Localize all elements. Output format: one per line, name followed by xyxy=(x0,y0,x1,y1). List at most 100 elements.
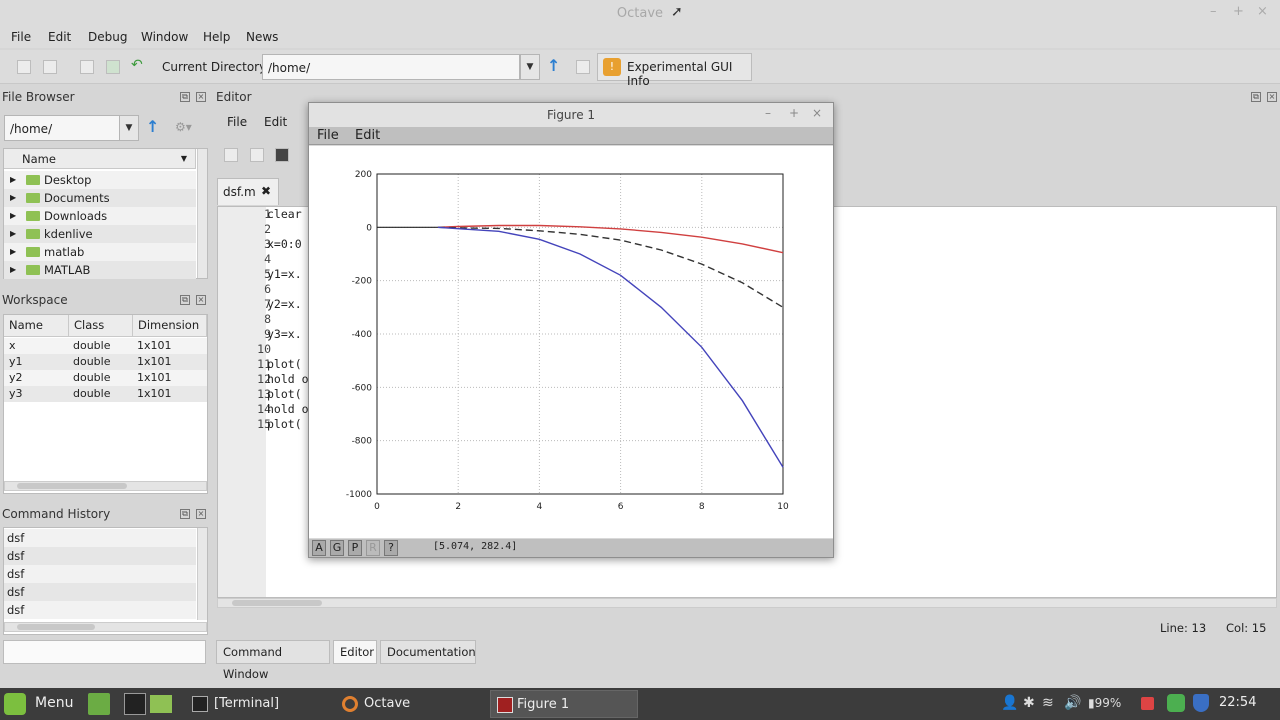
menu-file[interactable]: File xyxy=(11,30,31,44)
menu-window[interactable]: Window xyxy=(141,30,188,44)
bluetooth-icon[interactable]: ✱ xyxy=(1023,695,1035,711)
undock-icon[interactable]: ⧉ xyxy=(180,509,190,519)
pan-button[interactable]: P xyxy=(348,540,362,556)
clock: 22:54 xyxy=(1219,695,1257,710)
menu-edit[interactable]: Edit xyxy=(48,30,71,44)
task-terminal[interactable]: [Terminal] xyxy=(188,690,328,718)
table-row[interactable]: x double 1x101 xyxy=(4,338,207,354)
menubar: File Edit Debug Window Help News xyxy=(0,26,1280,48)
tab-editor[interactable]: Editor xyxy=(333,640,377,664)
plot-canvas[interactable]: 0 2 4 6 8 10 200 0 -200 -400 -600 -800 -1000 xyxy=(309,146,833,538)
record-icon[interactable] xyxy=(1141,697,1154,710)
undock-icon[interactable]: ⧉ xyxy=(180,92,190,102)
battery-indicator[interactable]: ▮99% xyxy=(1088,696,1121,710)
task-figure[interactable]: Figure 1 xyxy=(490,690,638,718)
grid-button[interactable]: G xyxy=(330,540,344,556)
figure-menu-file[interactable]: File xyxy=(317,128,339,143)
help-button[interactable]: ? xyxy=(384,540,398,556)
gui-info-button[interactable]: ! Experimental GUI Info xyxy=(597,53,752,88)
current-dir-input[interactable]: /home/ xyxy=(262,54,520,80)
workspace-header-dimension[interactable]: Dimension xyxy=(133,315,207,337)
file-browser-title: File Browser xyxy=(2,90,75,104)
start-menu-button[interactable]: Menu xyxy=(35,695,73,711)
list-item[interactable]: ▶ Downloads xyxy=(4,207,196,225)
maximize-icon[interactable]: + xyxy=(1233,4,1244,19)
editor-tab-dsf[interactable]: dsf.m ✖ xyxy=(217,178,279,205)
list-item[interactable]: ▶ Documents xyxy=(4,189,196,207)
editor-new-icon[interactable] xyxy=(224,148,238,162)
figure-minimize-icon[interactable]: – xyxy=(765,106,771,120)
show-desktop-icon[interactable] xyxy=(88,693,110,715)
editor-menu-edit[interactable]: Edit xyxy=(264,115,287,129)
y-tick-label: -1000 xyxy=(346,490,372,500)
close-tab-icon[interactable]: ✖ xyxy=(261,184,271,198)
wifi-icon[interactable]: ≋ xyxy=(1042,695,1054,711)
list-item[interactable]: dsf xyxy=(4,583,196,601)
list-item[interactable]: ▶ matlab xyxy=(4,243,196,261)
history-vscrollbar[interactable] xyxy=(197,528,207,620)
browse-dir-icon[interactable] xyxy=(576,60,590,74)
x-tick-label: 0 xyxy=(374,502,380,512)
autoscale-button[interactable]: A xyxy=(312,540,326,556)
volume-icon[interactable]: 🔊 xyxy=(1064,695,1081,711)
figure-maximize-icon[interactable]: + xyxy=(789,106,799,120)
workspace-hscrollbar[interactable] xyxy=(4,481,207,491)
editor-open-icon[interactable] xyxy=(250,148,264,162)
figure-menu-edit[interactable]: Edit xyxy=(355,128,380,143)
close-panel-icon[interactable]: × xyxy=(1267,92,1277,102)
editor-menu-file[interactable]: File xyxy=(227,115,247,129)
workspace-header-name[interactable]: Name xyxy=(4,315,69,337)
file-browser-path-input[interactable]: /home/ xyxy=(4,115,120,141)
open-file-icon[interactable] xyxy=(43,60,57,74)
list-item[interactable]: ▶ kdenlive xyxy=(4,225,196,243)
copy-icon[interactable] xyxy=(80,60,94,74)
undock-icon[interactable]: ⧉ xyxy=(180,295,190,305)
files-launcher-icon[interactable] xyxy=(150,695,172,713)
x-tick-label: 6 xyxy=(618,502,624,512)
user-icon[interactable]: 👤 xyxy=(1001,695,1018,711)
list-item[interactable]: ▶ Desktop xyxy=(4,171,196,189)
parent-dir-icon[interactable]: ↑ xyxy=(547,56,560,75)
shield-icon[interactable] xyxy=(1193,694,1209,712)
list-item[interactable]: dsf xyxy=(4,565,196,583)
history-hscrollbar[interactable] xyxy=(4,622,207,632)
undo-icon[interactable]: ↶ xyxy=(131,57,143,73)
update-ok-icon[interactable] xyxy=(1167,694,1185,712)
menu-news[interactable]: News xyxy=(246,30,278,44)
file-browser-up-icon[interactable]: ↑ xyxy=(146,117,159,136)
menu-help[interactable]: Help xyxy=(203,30,230,44)
list-item[interactable]: ▶ MATLAB xyxy=(4,261,196,279)
file-browser-settings-icon[interactable]: ⚙▾ xyxy=(175,120,192,134)
list-item[interactable]: dsf xyxy=(4,601,196,619)
task-octave[interactable]: Octave xyxy=(338,690,478,718)
table-row[interactable]: y3 double 1x101 xyxy=(4,386,207,402)
menu-debug[interactable]: Debug xyxy=(88,30,127,44)
command-history-filter-input[interactable] xyxy=(3,640,206,664)
file-browser-scrollbar[interactable] xyxy=(197,149,207,278)
table-row[interactable]: y2 double 1x101 xyxy=(4,370,207,386)
close-panel-icon[interactable]: × xyxy=(196,295,206,305)
editor-save-icon[interactable] xyxy=(275,148,289,162)
new-file-icon[interactable] xyxy=(17,60,31,74)
file-browser-name-header[interactable]: Name ▼ xyxy=(4,149,196,169)
x-tick-label: 10 xyxy=(777,502,789,512)
paste-icon[interactable] xyxy=(106,60,120,74)
minimize-icon[interactable]: – xyxy=(1210,4,1217,19)
terminal-launcher-icon[interactable] xyxy=(124,693,146,715)
undock-icon[interactable]: ⧉ xyxy=(1251,92,1261,102)
workspace-title: Workspace xyxy=(2,293,68,307)
list-item[interactable]: dsf xyxy=(4,547,196,565)
close-panel-icon[interactable]: × xyxy=(196,92,206,102)
table-row[interactable]: y1 double 1x101 xyxy=(4,354,207,370)
file-browser-path-dropdown[interactable]: ▼ xyxy=(119,115,139,141)
close-icon[interactable]: × xyxy=(1257,4,1268,19)
close-panel-icon[interactable]: × xyxy=(196,509,206,519)
tab-documentation[interactable]: Documentation xyxy=(380,640,476,664)
rotate-button[interactable]: R xyxy=(366,540,380,556)
tab-command-window[interactable]: Command Window xyxy=(216,640,330,681)
current-dir-dropdown[interactable]: ▼ xyxy=(520,54,540,80)
figure-close-icon[interactable]: × xyxy=(812,106,822,120)
list-item[interactable]: dsf xyxy=(4,529,196,547)
editor-hscrollbar[interactable] xyxy=(217,598,1277,608)
workspace-header-class[interactable]: Class xyxy=(69,315,133,337)
